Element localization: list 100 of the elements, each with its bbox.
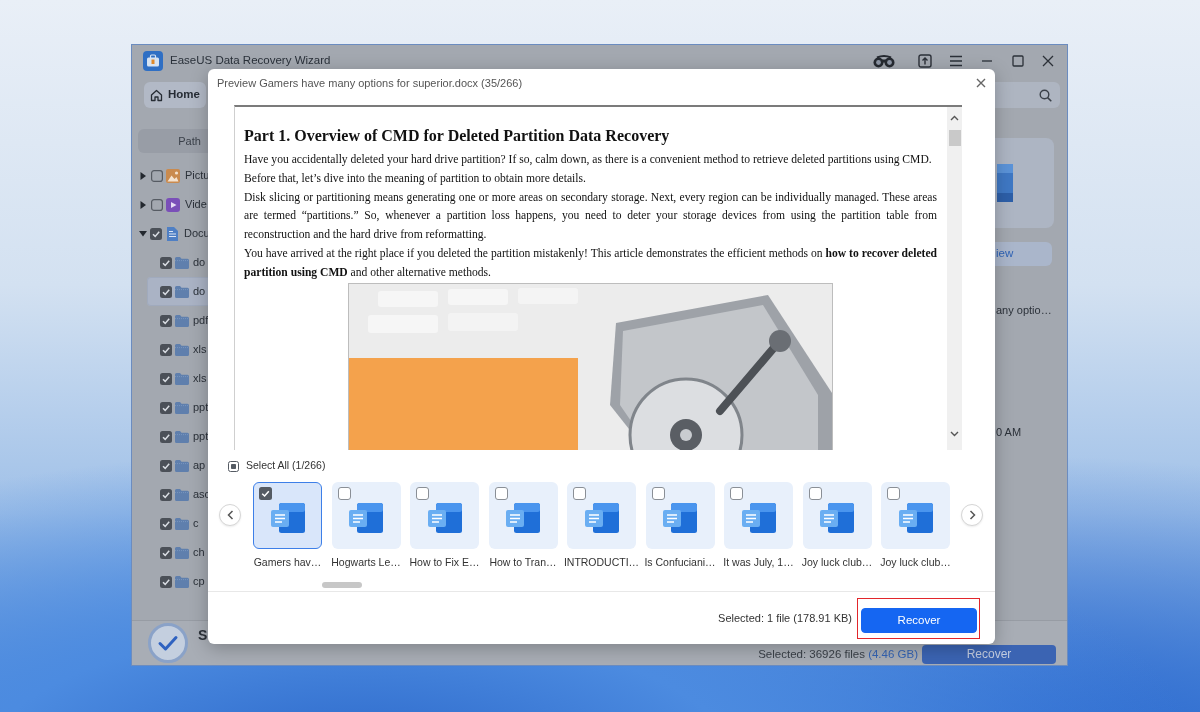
folder-icon	[175, 314, 189, 327]
video-icon	[166, 197, 180, 212]
file-thumbnail[interactable]	[802, 482, 872, 549]
tree-item[interactable]: pdf	[147, 306, 247, 335]
search-icon	[1039, 88, 1052, 102]
file-name: How to Fix E…	[409, 556, 480, 568]
document-icon	[165, 226, 179, 241]
checkbox[interactable]	[160, 575, 172, 588]
folder-icon	[175, 256, 189, 269]
file-thumbnail[interactable]	[724, 482, 793, 549]
file-thumbnail[interactable]	[645, 482, 715, 549]
checkbox[interactable]	[160, 343, 172, 356]
document-paragraph: You have arrived at the right place if you deleted the partition mistakenly! This article demonstrates the efficient methods on how to recover deleted partition using CMD and other alternative methods.	[244, 246, 937, 281]
checkbox[interactable]	[808, 487, 822, 500]
file-name: Joy luck club…	[880, 556, 951, 568]
folder-icon	[175, 343, 189, 356]
file-name: Joy luck club…	[801, 556, 873, 568]
document-paragraph: Have you accidentally deleted your hard drive partition? If so, calm down, as there is a convenient method to retrieve deleted partitions using CMD.	[244, 152, 933, 168]
scroll-down-icon[interactable]	[950, 431, 959, 437]
scrollbar-thumb[interactable]	[322, 582, 362, 588]
file-thumbnail[interactable]	[331, 482, 401, 549]
file-thumbnail[interactable]	[567, 482, 636, 549]
checkbox[interactable]	[337, 487, 351, 500]
file-thumbnail[interactable]	[410, 482, 479, 549]
file-thumbnail[interactable]	[253, 482, 322, 549]
folder-icon	[175, 575, 189, 588]
tree-item[interactable]: ch	[147, 538, 247, 567]
checkbox[interactable]	[730, 487, 743, 500]
chevron-left-icon	[226, 510, 234, 520]
next-button[interactable]	[961, 504, 983, 526]
picture-icon	[166, 168, 180, 183]
file-name: Hogwarts Le…	[331, 556, 401, 568]
tree-item[interactable]: ap	[147, 451, 247, 480]
binoculars-icon[interactable]	[873, 54, 895, 68]
folder-icon	[175, 430, 189, 443]
checkbox[interactable]	[160, 488, 172, 501]
chevron-right-icon	[968, 510, 976, 520]
folder-icon	[175, 372, 189, 385]
recover-button[interactable]: Recover	[922, 645, 1056, 664]
folder-icon	[175, 285, 189, 298]
caret-right-icon[interactable]	[140, 200, 147, 209]
checkbox[interactable]	[160, 314, 172, 327]
previous-button[interactable]	[219, 504, 241, 526]
scroll-up-icon[interactable]	[950, 115, 959, 121]
checkbox[interactable]	[416, 487, 429, 500]
folder-icon	[175, 517, 189, 530]
maximize-icon[interactable]	[1012, 55, 1024, 67]
home-button[interactable]: Home	[144, 82, 206, 108]
tree-item[interactable]: ppt	[147, 422, 247, 451]
checkbox[interactable]	[160, 459, 172, 472]
checkbox[interactable]	[228, 460, 239, 472]
selection-summary: Selected: 1 file (178.91 KB)	[718, 610, 852, 626]
checkbox[interactable]	[573, 487, 586, 500]
file-name: Gamers hav…	[253, 556, 322, 568]
checkbox[interactable]	[160, 401, 172, 414]
status-heading: S	[198, 627, 208, 643]
scrollbar[interactable]	[947, 107, 962, 450]
checkbox[interactable]	[259, 487, 272, 500]
checkbox[interactable]	[160, 256, 172, 269]
folder-icon	[175, 459, 189, 472]
tree-item[interactable]: ppt	[147, 393, 247, 422]
checkbox[interactable]	[160, 546, 172, 559]
file-name: Is Confuciani…	[644, 556, 716, 568]
file-thumbnail[interactable]	[488, 482, 558, 549]
folder-icon	[175, 401, 189, 414]
select-all-label: Select All (1/266)	[246, 458, 326, 474]
upload-icon[interactable]	[918, 54, 932, 68]
recover-button[interactable]: Recover	[861, 607, 977, 633]
tree-item[interactable]: cp	[147, 567, 247, 596]
checkbox[interactable]	[151, 169, 163, 182]
checkbox[interactable]	[887, 487, 900, 500]
close-icon[interactable]	[1042, 55, 1054, 67]
selection-summary: Selected: 36926 files (4.46 GB)	[758, 647, 918, 661]
checkbox[interactable]	[151, 198, 163, 211]
file-icon	[997, 164, 1013, 202]
tree-item[interactable]: xls	[147, 335, 247, 364]
checkbox[interactable]	[160, 517, 172, 530]
file-name: INTRODUCTI…	[563, 556, 640, 568]
caret-down-icon[interactable]	[139, 230, 147, 237]
checkbox[interactable]	[651, 487, 665, 500]
menu-icon[interactable]	[949, 55, 963, 67]
close-icon[interactable]	[976, 78, 986, 88]
folder-icon	[175, 546, 189, 559]
tree-item[interactable]: xls	[147, 364, 247, 393]
file-name: It was July, 1…	[723, 556, 794, 568]
caret-right-icon[interactable]	[140, 171, 147, 180]
file-thumbnail[interactable]	[881, 482, 950, 549]
folder-icon	[175, 488, 189, 501]
checkbox[interactable]	[160, 430, 172, 443]
document-paragraph: Before that, let’s dive into the meaning of partition to obtain more details.	[244, 170, 587, 187]
home-icon	[150, 88, 163, 102]
checkbox[interactable]	[160, 285, 172, 298]
checkbox[interactable]	[160, 372, 172, 385]
checkbox[interactable]	[494, 487, 508, 500]
file-name: How to Tran…	[489, 556, 557, 568]
tree-item[interactable]: c	[147, 509, 247, 538]
document-heading: Part 1. Overview of CMD for Deleted Partition Data Recovery	[244, 126, 671, 147]
checkbox[interactable]	[150, 227, 162, 240]
scrollbar-thumb[interactable]	[948, 130, 961, 146]
dialog-title: Preview Gamers have many options for superior.docx (35/266)	[217, 75, 523, 91]
